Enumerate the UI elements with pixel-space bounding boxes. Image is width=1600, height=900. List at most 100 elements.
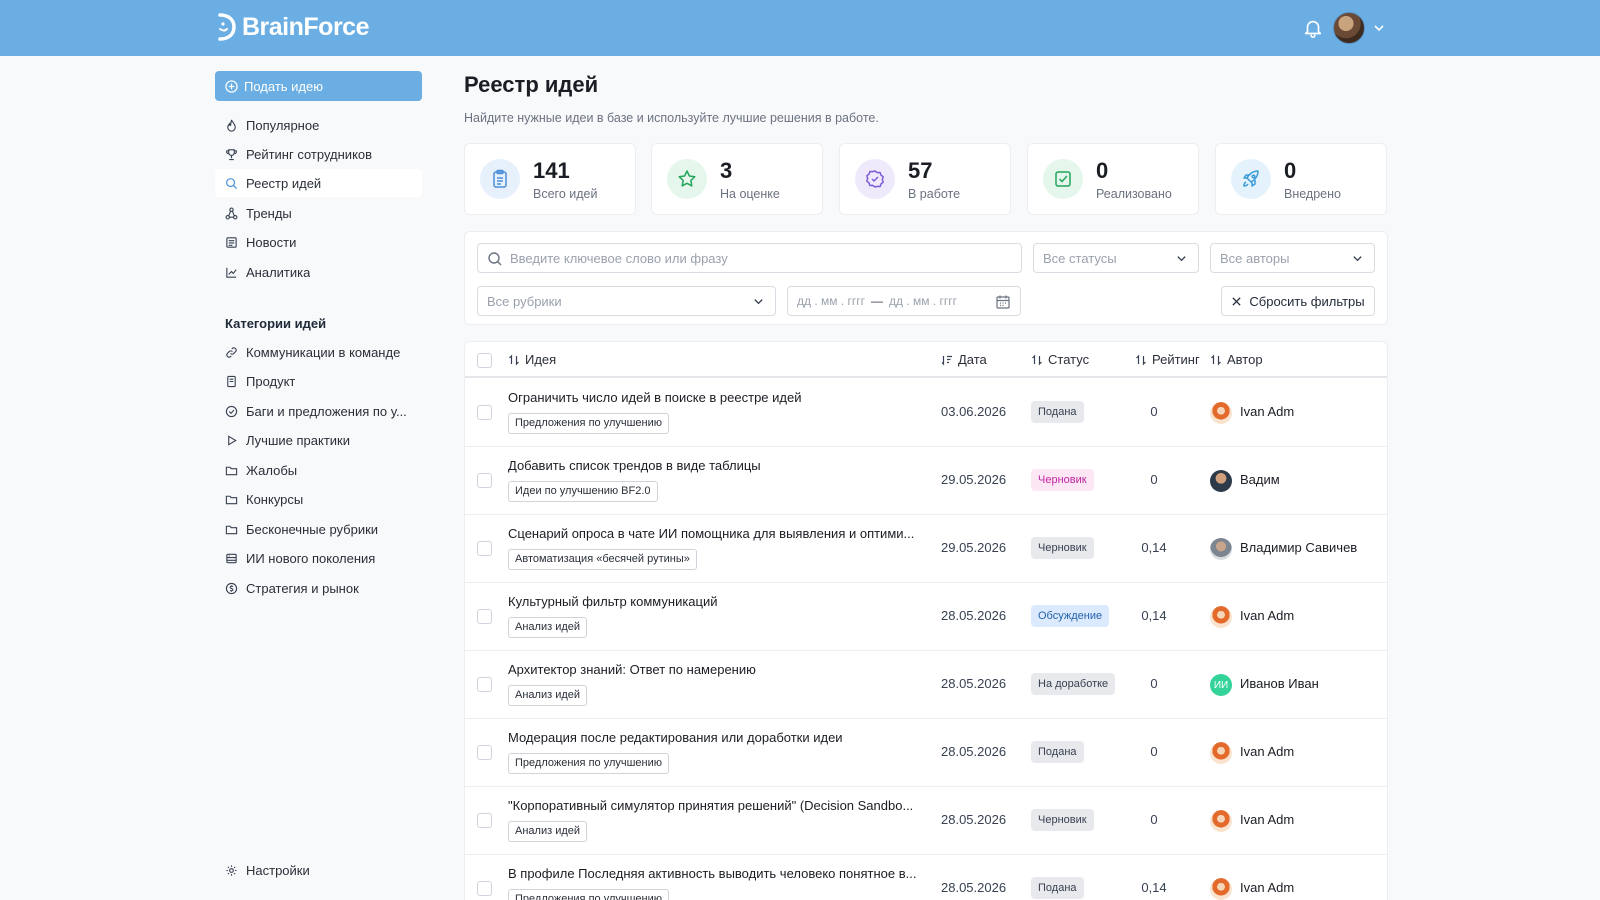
sort-desc-icon: [941, 355, 952, 365]
author-avatar: [1210, 606, 1232, 628]
table-row[interactable]: В профиле Последняя активность выводить …: [465, 855, 1387, 900]
table-row[interactable]: Архитектор знаний: Ответ по намерению Ана…: [465, 651, 1387, 719]
author-name[interactable]: Ivan Adm: [1240, 880, 1294, 895]
author-name[interactable]: Ivan Adm: [1240, 812, 1294, 827]
idea-title[interactable]: "Корпоративный симулятор принятия решени…: [508, 798, 926, 813]
table-row[interactable]: Добавить список трендов в виде таблицы Ид…: [465, 447, 1387, 515]
idea-category-tag: Анализ идей: [508, 821, 588, 842]
row-checkbox[interactable]: [477, 745, 492, 760]
calendar-icon[interactable]: [995, 294, 1011, 310]
reset-filters-button[interactable]: Сбросить фильтры: [1221, 286, 1375, 316]
row-checkbox[interactable]: [477, 813, 492, 828]
search-input[interactable]: Введите ключевое слово или фразу: [477, 243, 1022, 273]
table-row[interactable]: Модерация после редактирования или дораб…: [465, 719, 1387, 787]
column-header-idea[interactable]: Идея: [508, 352, 556, 367]
rubrics-select[interactable]: Все рубрики: [477, 286, 776, 316]
bell-icon[interactable]: [1302, 17, 1324, 39]
idea-title[interactable]: Модерация после редактирования или дораб…: [508, 730, 926, 745]
row-checkbox[interactable]: [477, 609, 492, 624]
date-range-separator: —: [871, 294, 884, 308]
authors-select-value: Все авторы: [1220, 250, 1290, 266]
sidebar-category-contests[interactable]: Конкурсы: [215, 485, 422, 513]
table-header: Идея Дата Статус Рейтинг Автор: [465, 342, 1387, 378]
idea-title[interactable]: В профиле Последняя активность выводить …: [508, 866, 926, 881]
author-name[interactable]: Ivan Adm: [1240, 608, 1294, 623]
sidebar-item-label: Тренды: [246, 205, 292, 221]
stat-value: 141: [533, 158, 570, 183]
table-row[interactable]: Сценарий опроса в чате ИИ помощника для …: [465, 515, 1387, 583]
close-icon: [1232, 296, 1241, 306]
idea-title[interactable]: Добавить список трендов в виде таблицы: [508, 458, 926, 473]
sidebar-category-product[interactable]: Продукт: [215, 367, 422, 395]
sidebar-category-best-practices[interactable]: Лучшие практики: [215, 426, 422, 454]
authors-select[interactable]: Все авторы: [1210, 243, 1375, 273]
sidebar-item-idea-registry[interactable]: Реестр идей: [215, 169, 422, 197]
chevron-down-icon[interactable]: [1372, 21, 1386, 35]
idea-category-tag: Предложения по улучшению: [508, 413, 670, 434]
author-name[interactable]: Ivan Adm: [1240, 744, 1294, 759]
stat-label: Всего идей: [533, 187, 598, 201]
submit-idea-button[interactable]: Подать идею: [215, 71, 422, 101]
row-checkbox[interactable]: [477, 473, 492, 488]
sidebar-category-strategy[interactable]: Стратегия и рынок: [215, 574, 422, 602]
column-header-rating[interactable]: Рейтинг: [1135, 352, 1200, 367]
date-range-input[interactable]: дд . мм . гггг — дд . мм . гггг: [787, 286, 1021, 316]
column-label: Дата: [958, 352, 987, 367]
idea-title[interactable]: Сценарий опроса в чате ИИ помощника для …: [508, 526, 926, 541]
sidebar-category-bugs[interactable]: Баги и предложения по у...: [215, 397, 422, 425]
idea-title[interactable]: Культурный фильтр коммуникаций: [508, 594, 926, 609]
column-header-date[interactable]: Дата: [941, 352, 987, 367]
sidebar-item-popular[interactable]: Популярное: [215, 111, 422, 139]
stat-card-total[interactable]: 141 Всего идей: [464, 143, 636, 215]
sidebar-category-complaints[interactable]: Жалобы: [215, 456, 422, 484]
row-checkbox[interactable]: [477, 541, 492, 556]
sidebar-item-label: ИИ нового поколения: [246, 550, 376, 566]
status-select[interactable]: Все статусы: [1033, 243, 1199, 273]
checkbox-icon: [1055, 171, 1071, 187]
sidebar-category-endless[interactable]: Бесконечные рубрики: [215, 515, 422, 543]
table-row[interactable]: Культурный фильтр коммуникаций Анализ иде…: [465, 583, 1387, 651]
folder-icon: [225, 466, 238, 475]
row-checkbox[interactable]: [477, 405, 492, 420]
chevron-down-icon: [754, 299, 763, 305]
sidebar-item-label: Аналитика: [246, 264, 311, 280]
stat-card-implemented[interactable]: 0 Реализовано: [1027, 143, 1199, 215]
sidebar-item-trends[interactable]: Тренды: [215, 199, 422, 227]
row-checkbox[interactable]: [477, 881, 492, 896]
author-name[interactable]: Иванов Иван: [1240, 676, 1319, 691]
reset-filters-label: Сбросить фильтры: [1249, 293, 1365, 309]
sidebar-category-ai[interactable]: ИИ нового поколения: [215, 544, 422, 572]
page-subtitle: Найдите нужные идеи в базе и используйте…: [464, 111, 879, 125]
table-row[interactable]: "Корпоративный симулятор принятия решени…: [465, 787, 1387, 855]
book-icon: [227, 375, 236, 387]
author-name[interactable]: Владимир Савичев: [1240, 540, 1357, 555]
sidebar-item-news[interactable]: Новости: [215, 228, 422, 256]
idea-title[interactable]: Архитектор знаний: Ответ по намерению: [508, 662, 926, 677]
stat-card-deployed[interactable]: 0 Внедрено: [1215, 143, 1387, 215]
user-avatar[interactable]: [1333, 12, 1365, 44]
author-name[interactable]: Вадим: [1240, 472, 1280, 487]
idea-date: 03.06.2026: [941, 404, 1007, 419]
select-all-checkbox[interactable]: [477, 353, 492, 368]
logo[interactable]: BrainForce: [214, 12, 369, 42]
author-avatar: [1210, 878, 1232, 900]
sidebar-item-settings[interactable]: Настройки: [215, 856, 422, 884]
sidebar-item-label: Рейтинг сотрудников: [246, 146, 373, 162]
stat-card-evaluation[interactable]: 3 На оценке: [651, 143, 823, 215]
stat-card-in-progress[interactable]: 57 В работе: [839, 143, 1011, 215]
table-row[interactable]: Ограничить число идей в поиске в реестре…: [465, 379, 1387, 447]
idea-title[interactable]: Ограничить число идей в поиске в реестре…: [508, 390, 926, 405]
sidebar-item-label: Лучшие практики: [246, 432, 350, 448]
idea-rating: 0,14: [1141, 540, 1167, 555]
idea-rating: 0,14: [1141, 880, 1167, 895]
sidebar-item-analytics[interactable]: Аналитика: [215, 258, 422, 286]
row-checkbox[interactable]: [477, 677, 492, 692]
author-name[interactable]: Ivan Adm: [1240, 404, 1294, 419]
sidebar-item-employee-rating[interactable]: Рейтинг сотрудников: [215, 140, 422, 168]
column-header-author[interactable]: Автор: [1210, 352, 1263, 367]
search-icon: [226, 177, 238, 189]
column-label: Статус: [1048, 352, 1090, 367]
column-header-status[interactable]: Статус: [1031, 352, 1089, 367]
sidebar-category-team-comm[interactable]: Коммуникации в команде: [215, 338, 422, 366]
sidebar-item-label: Жалобы: [246, 462, 298, 478]
